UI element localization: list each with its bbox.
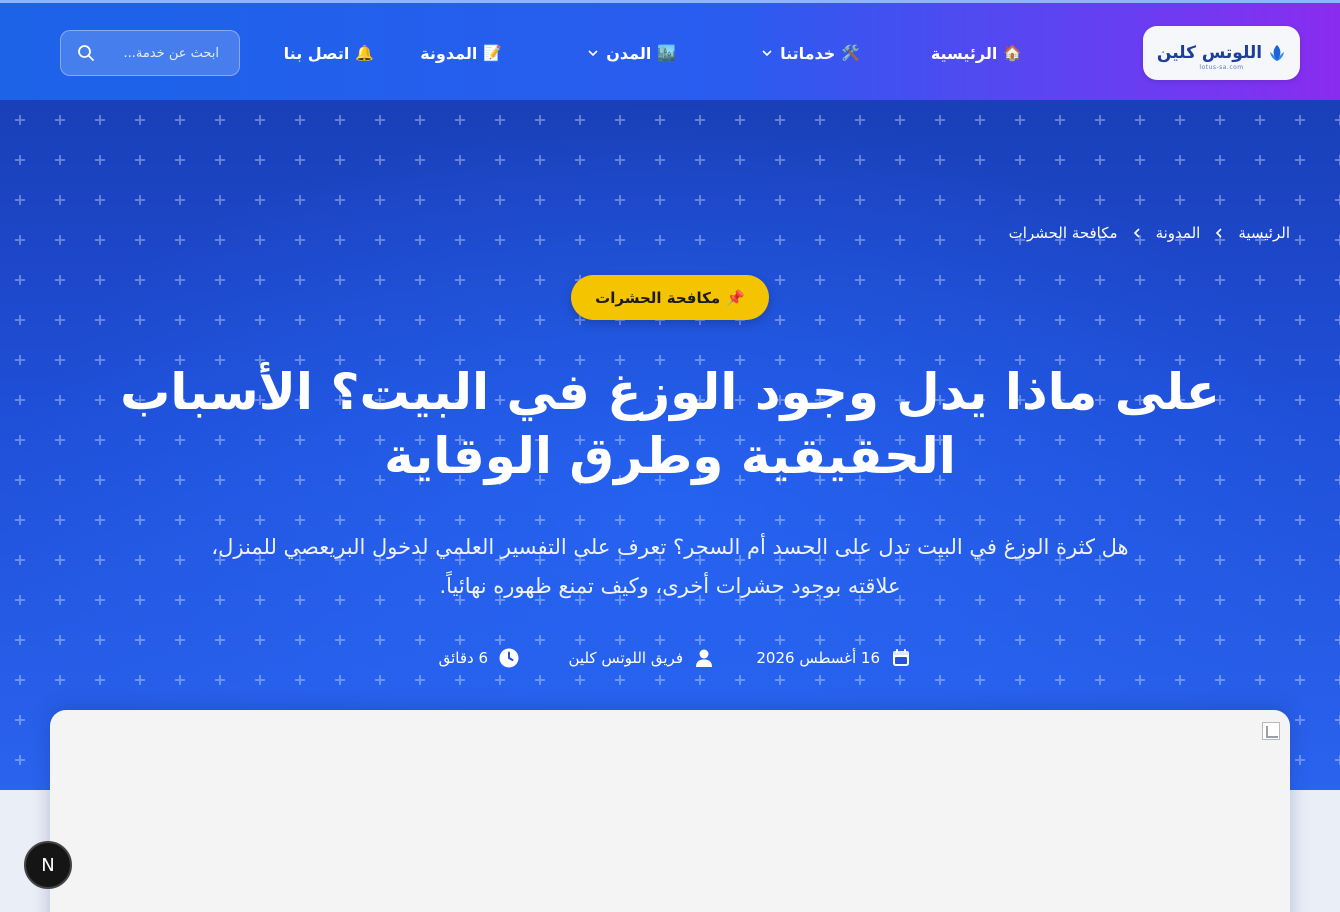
breadcrumb-blog[interactable]: المدونة	[1156, 224, 1201, 242]
tools-icon: 🛠️	[841, 44, 860, 62]
article-title: على ماذا يدل وجود الوزغ في البيت؟ الأسبا…	[120, 363, 1220, 485]
article-hero: الرئيسية المدونة مكافحة الحشرات 📌 مكافحة…	[0, 100, 1340, 790]
nav-blog[interactable]: 📝 المدونة	[420, 41, 502, 65]
chevron-left-icon	[1216, 228, 1222, 238]
memo-icon: 📝	[483, 44, 502, 62]
breadcrumb-current: مكافحة الحشرات	[1008, 224, 1118, 242]
nav-services[interactable]: 🛠️ خدماتنا	[760, 41, 860, 65]
article-subtitle: هل كثرة الوزغ في البيت تدل على الحسد أم …	[211, 535, 1129, 598]
chevron-down-icon	[588, 50, 598, 57]
nav-contact-label: اتصل بنا	[283, 43, 350, 63]
nav-services-label: خدماتنا	[780, 43, 836, 63]
nav-cities[interactable]: 🏙️ المدن	[586, 41, 676, 65]
user-icon	[696, 649, 712, 667]
nextjs-dev-badge[interactable]: N	[24, 841, 72, 889]
article-author: فريق اللوتس كلين	[569, 645, 715, 671]
article-author-text: فريق اللوتس كلين	[568, 649, 683, 667]
search-icon[interactable]	[77, 44, 95, 62]
nav-home-label: الرئيسية	[930, 43, 998, 63]
lotus-logo-icon	[1270, 45, 1285, 61]
breadcrumb: الرئيسية المدونة مكافحة الحشرات	[1009, 224, 1290, 242]
pushpin-icon: 📌	[726, 288, 745, 307]
top-navigation-bar: اللوتس كلين lotus-sa.com 🏠 الرئيسية 🛠️ خ…	[0, 0, 1340, 100]
search-input[interactable]	[99, 31, 219, 75]
search-box[interactable]	[60, 30, 240, 76]
nav-cities-label: المدن	[606, 43, 652, 63]
clock-icon	[499, 648, 519, 668]
category-tag-label: مكافحة الحشرات	[595, 288, 721, 307]
logo-subtext: lotus-sa.com	[1199, 64, 1244, 71]
logo-text: اللوتس كلين	[1156, 43, 1263, 63]
bell-icon: 🔔	[355, 44, 374, 62]
nav-home[interactable]: 🏠 الرئيسية	[931, 41, 1022, 65]
article-read-time: 6 دقائق	[439, 645, 520, 671]
nav-contact[interactable]: 🔔 اتصل بنا	[284, 41, 374, 65]
site-logo[interactable]: اللوتس كلين lotus-sa.com	[1143, 26, 1300, 80]
article-read-time-text: 6 دقائق	[438, 649, 488, 667]
broken-image-icon	[1262, 722, 1280, 740]
featured-image-card	[50, 710, 1290, 912]
house-icon: 🏠	[1003, 44, 1022, 62]
calendar-icon	[893, 649, 909, 666]
breadcrumb-home[interactable]: الرئيسية	[1238, 224, 1290, 242]
category-tag[interactable]: 📌 مكافحة الحشرات	[571, 275, 769, 320]
article-date-text: 16 أغسطس 2026	[756, 649, 880, 667]
chevron-left-icon	[1133, 228, 1140, 238]
article-date: 16 أغسطس 2026	[756, 645, 912, 671]
chevron-down-icon	[762, 50, 772, 57]
city-icon: 🏙️	[657, 44, 676, 62]
nav-blog-label: المدونة	[420, 43, 478, 63]
